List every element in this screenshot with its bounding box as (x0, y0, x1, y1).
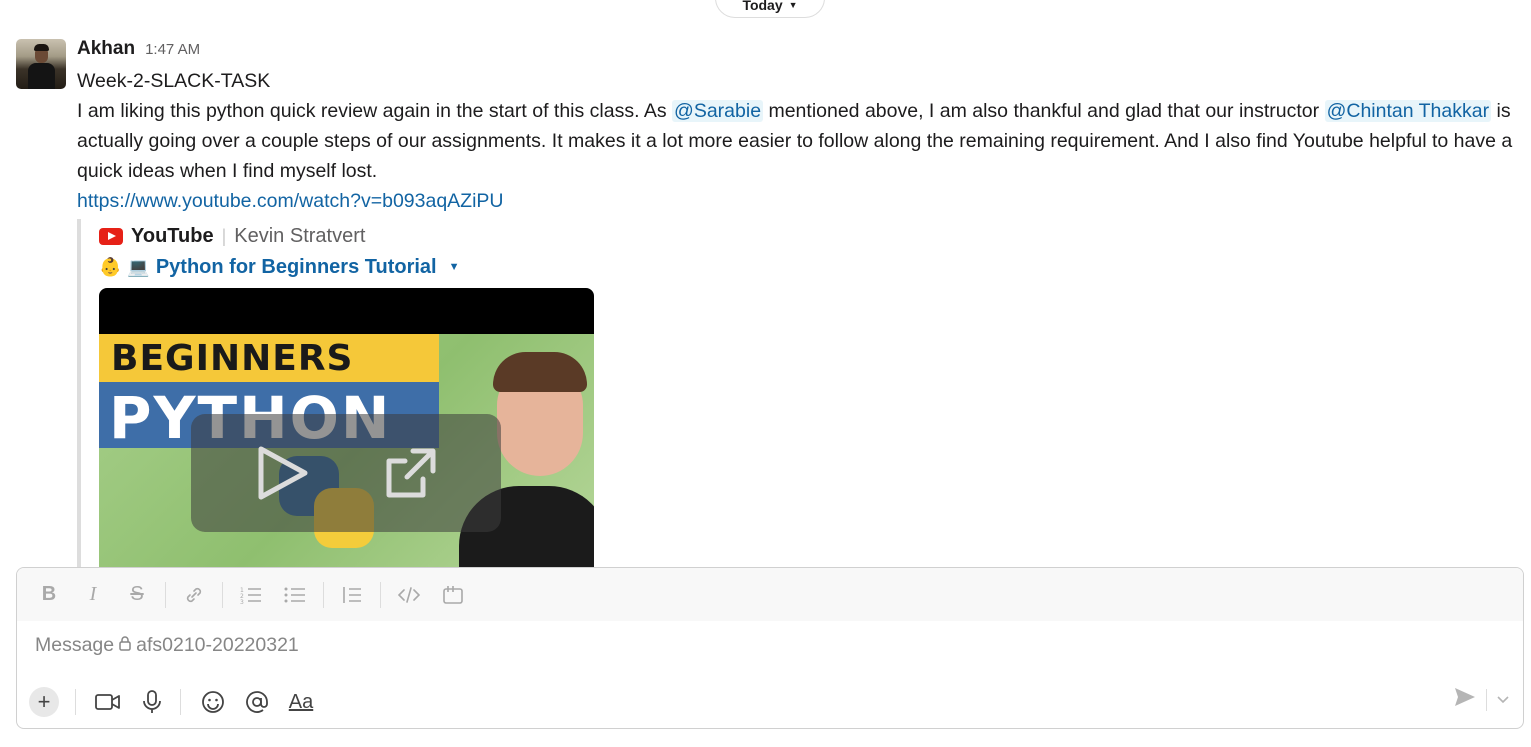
emoji-icon[interactable] (197, 686, 229, 718)
youtube-icon (99, 227, 123, 245)
bulleted-list-icon[interactable] (279, 579, 311, 611)
mention-chintan[interactable]: @Chintan Thakkar (1324, 100, 1492, 122)
lock-icon (118, 634, 132, 657)
unfurl-source: YouTube | Kevin Stratvert (99, 221, 677, 251)
video-controls-overlay (191, 414, 501, 532)
bold-icon[interactable]: B (33, 579, 65, 611)
message-content: Akhan 1:47 AM Week-2-SLACK-TASK I am lik… (77, 38, 1521, 588)
unfurl-author[interactable]: Kevin Stratvert (234, 225, 365, 248)
message-title: Week-2-SLACK-TASK (77, 70, 271, 92)
avatar[interactable] (16, 39, 66, 89)
send-icon[interactable] (1454, 687, 1476, 712)
microphone-icon[interactable] (136, 686, 168, 718)
day-divider-label: Today (742, 0, 783, 13)
message-placeholder: Message (35, 634, 115, 656)
link-unfurl: YouTube | Kevin Stratvert 👶 💻 Python for… (77, 219, 677, 588)
message-input[interactable]: Message afs0210-20220321 (35, 634, 299, 657)
strikethrough-icon[interactable]: S (121, 579, 153, 611)
italic-icon[interactable]: I (77, 579, 109, 611)
open-external-icon[interactable] (383, 445, 439, 501)
day-divider-button[interactable]: Today ▼ (715, 0, 825, 18)
play-icon[interactable] (253, 443, 313, 503)
ordered-list-icon[interactable]: 123 (235, 579, 267, 611)
chevron-down-icon[interactable] (1497, 691, 1509, 709)
unfurl-title-row: 👶 💻 Python for Beginners Tutorial ▼ (99, 251, 677, 283)
laptop-emoji-icon: 💻 (127, 256, 150, 277)
unfurl-video-title[interactable]: Python for Beginners Tutorial (156, 256, 437, 279)
message-header: Akhan 1:47 AM (77, 38, 1521, 60)
code-block-icon[interactable] (437, 579, 469, 611)
video-icon[interactable] (92, 686, 124, 718)
code-icon[interactable] (393, 579, 425, 611)
message-composer: B I S 123 Message afs0210-20220321 + Aa (16, 567, 1524, 729)
video-thumbnail[interactable]: BEGINNERS PYTHON (99, 288, 594, 588)
link-icon[interactable] (178, 579, 210, 611)
body-text: mentioned above, I am also thankful and … (763, 100, 1325, 122)
unfurl-source-name: YouTube (131, 224, 214, 247)
blockquote-icon[interactable] (336, 579, 368, 611)
caret-down-icon[interactable]: ▼ (449, 261, 460, 273)
youtube-link[interactable]: https://www.youtube.com/watch?v=b093aqAZ… (77, 186, 1521, 216)
chevron-down-icon: ▼ (788, 0, 798, 10)
body-text: I am liking this python quick review aga… (77, 100, 673, 122)
composer-actions: + Aa (29, 682, 1509, 722)
divider: | (221, 225, 227, 246)
message-timestamp[interactable]: 1:47 AM (145, 41, 200, 58)
author-name[interactable]: Akhan (77, 38, 135, 60)
formatting-toolbar: B I S 123 (17, 568, 1523, 621)
message-body: I am liking this python quick review aga… (77, 96, 1521, 186)
mention-sarabie[interactable]: @Sarabie (672, 100, 764, 122)
channel-name: afs0210-20220321 (136, 634, 299, 656)
plus-icon[interactable]: + (29, 687, 59, 717)
svg-text:3: 3 (240, 599, 244, 604)
send-group (1454, 687, 1509, 712)
thumbnail-text: BEGINNERS (111, 338, 354, 379)
baby-emoji-icon: 👶 (99, 256, 122, 277)
mention-icon[interactable] (241, 686, 273, 718)
formatting-toggle[interactable]: Aa (285, 686, 317, 718)
